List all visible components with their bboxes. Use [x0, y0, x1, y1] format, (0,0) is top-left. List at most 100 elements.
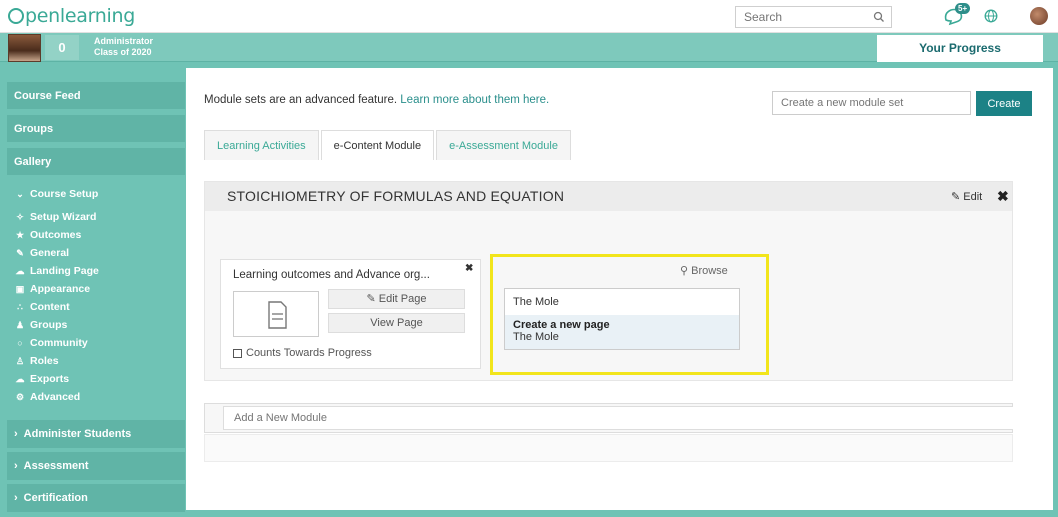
sidebar-item-course-feed[interactable]: Course Feed [7, 82, 185, 109]
globe-icon[interactable] [984, 9, 998, 23]
edit-label: Edit [963, 191, 983, 203]
user-role-title: Administrator [94, 36, 154, 46]
user-avatar[interactable] [1030, 7, 1048, 25]
roles-label: Roles [30, 355, 59, 367]
sidebar-item-roles[interactable]: ♙ Roles [14, 354, 59, 368]
top-bar: penlearning 5+ [0, 0, 1058, 33]
notification-badge: 5+ [955, 3, 971, 14]
sidebar-item-appearance[interactable]: ▣ Appearance [14, 282, 90, 296]
certification-label: Certification [23, 492, 88, 504]
counts-towards-progress[interactable]: Counts Towards Progress [233, 347, 372, 359]
user-class: Class of 2020 [94, 47, 152, 57]
search-box [735, 6, 892, 28]
browse-button[interactable]: ⚲ Browse [680, 264, 728, 277]
checkbox-icon[interactable] [233, 348, 242, 358]
sidebar-item-certification[interactable]: › Certification [7, 484, 185, 512]
exports-label: Exports [30, 373, 70, 385]
setup-groups-label: Groups [30, 319, 68, 331]
logo-text: penlearning [25, 5, 136, 27]
view-page-button[interactable]: View Page [328, 313, 465, 333]
chevron-right-icon: › [14, 492, 18, 504]
sidebar-course-setup[interactable]: ⌄ Course Setup [14, 187, 98, 201]
sidebar: Course Feed Groups Gallery ⌄ Course Setup… [7, 62, 185, 517]
sidebar-item-groups[interactable]: Groups [7, 115, 185, 142]
pencil-icon: ✎ [366, 293, 376, 305]
tab-e-assessment-module[interactable]: e-Assessment Module [436, 130, 571, 160]
counts-label: Counts Towards Progress [246, 347, 372, 359]
search-icon[interactable] [873, 11, 885, 23]
sidebar-item-gallery[interactable]: Gallery [7, 148, 185, 175]
openlearning-logo[interactable]: penlearning [8, 5, 135, 27]
add-module-row [204, 403, 1013, 433]
add-module-footer [204, 434, 1013, 462]
sidebar-item-setup-groups[interactable]: ♟ Groups [14, 318, 67, 332]
content-label: Content [30, 301, 70, 313]
module-sets-intro: Module sets are an advanced feature. Lea… [204, 94, 549, 106]
user-photo[interactable] [8, 34, 41, 62]
sidebar-item-general[interactable]: ✎ General [14, 246, 69, 260]
activity-title[interactable]: Learning outcomes and Advance org... [233, 269, 430, 281]
advanced-label: Advanced [30, 391, 81, 403]
community-label: Community [30, 337, 88, 349]
page-thumbnail[interactable] [233, 291, 319, 337]
users-icon: ♟ [15, 319, 25, 330]
page-lookup-input[interactable] [505, 289, 739, 315]
assessment-label: Assessment [23, 460, 89, 472]
image-icon: ▣ [15, 283, 25, 294]
tab-e-content-module[interactable]: e-Content Module [320, 130, 435, 160]
intro-text: Module sets are an advanced feature. [204, 94, 398, 106]
tab-learning-activities[interactable]: Learning Activities [204, 130, 319, 160]
landing-page-label: Landing Page [30, 265, 99, 277]
edit-page-button[interactable]: ✎ Edit Page [328, 289, 465, 309]
sidebar-item-setup-wizard[interactable]: ✧ Setup Wizard [14, 210, 96, 224]
your-progress-button[interactable]: Your Progress [877, 35, 1043, 62]
setup-wizard-label: Setup Wizard [30, 211, 97, 223]
page-lookup-highlight: ⚲ Browse Create a new page The Mole [490, 254, 769, 375]
document-icon [268, 301, 287, 329]
appearance-label: Appearance [30, 283, 91, 295]
sidebar-item-community[interactable]: ○ Community [14, 336, 88, 350]
user-icon: ♙ [15, 355, 25, 366]
search-input[interactable] [736, 7, 866, 27]
sidebar-item-assessment[interactable]: › Assessment [7, 452, 185, 480]
sidebar-item-exports[interactable]: ☁ Exports [14, 372, 70, 386]
chat-icon: ○ [17, 338, 23, 348]
user-count: 0 [45, 35, 79, 60]
sidebar-item-administer-students[interactable]: › Administer Students [7, 420, 185, 448]
user-role: Administrator Class of 2020 [94, 36, 153, 58]
sidebar-item-advanced[interactable]: ⚙ Advanced [14, 390, 80, 404]
general-label: General [30, 247, 70, 259]
create-button[interactable]: Create [976, 91, 1032, 116]
edit-icon: ✎ [951, 191, 961, 203]
close-icon[interactable]: ✖ [997, 188, 1009, 205]
create-page-suggestion[interactable]: Create a new page The Mole [505, 315, 739, 349]
suggestion-subtitle: The Mole [513, 331, 559, 343]
learn-more-link[interactable]: Learn more about them here. [400, 94, 549, 106]
browse-label: Browse [691, 265, 728, 277]
wand-icon: ✧ [16, 211, 24, 222]
module-title: STOICHIOMETRY OF FORMULAS AND EQUATION [227, 188, 565, 204]
administer-students-label: Administer Students [23, 428, 132, 440]
search-icon: ⚲ [680, 265, 689, 277]
export-icon: ☁ [15, 373, 25, 384]
edit-icon: ✎ [16, 247, 24, 258]
activity-card: Learning outcomes and Advance org... ✖ ✎… [220, 259, 481, 369]
star-icon: ★ [15, 229, 25, 240]
logo-mark [8, 8, 24, 24]
sidebar-item-outcomes[interactable]: ★ Outcomes [14, 228, 81, 242]
sidebar-item-content[interactable]: ∴ Content [14, 300, 70, 314]
course-setup-label: Course Setup [30, 188, 99, 200]
page-lookup: Create a new page The Mole [504, 288, 740, 350]
module-section: STOICHIOMETRY OF FORMULAS AND EQUATION ✎… [204, 181, 1013, 381]
chevron-down-icon: ⌄ [16, 188, 24, 199]
outcomes-label: Outcomes [30, 229, 82, 241]
edit-page-label: Edit Page [378, 293, 427, 305]
module-header: STOICHIOMETRY OF FORMULAS AND EQUATION ✎… [205, 182, 1012, 211]
sidebar-item-landing-page[interactable]: ☁ Landing Page [14, 264, 99, 278]
edit-module-button[interactable]: ✎ Edit [951, 190, 982, 203]
remove-activity-icon[interactable]: ✖ [465, 263, 473, 274]
add-module-input[interactable] [223, 406, 1013, 430]
chevron-right-icon: › [14, 460, 18, 472]
cogs-icon: ⚙ [15, 391, 25, 402]
new-module-set-input[interactable] [772, 91, 971, 115]
